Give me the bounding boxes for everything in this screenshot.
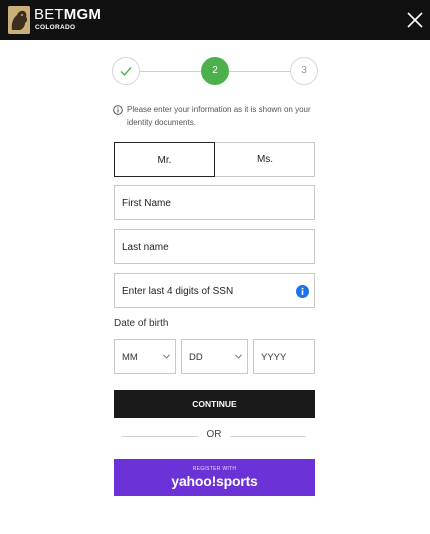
or-text: OR bbox=[206, 429, 222, 440]
brand-bold: MGM bbox=[63, 6, 102, 23]
lion-logo-icon bbox=[8, 6, 30, 34]
salutation-ms-button[interactable]: Ms. bbox=[215, 142, 315, 177]
last-name-field[interactable]: Last name bbox=[114, 229, 315, 264]
yahoo-small-label: REGISTER WITH bbox=[192, 466, 237, 472]
yahoo-sports-logo: yahoo!sports bbox=[171, 473, 258, 489]
dob-day-placeholder: DD bbox=[189, 352, 203, 363]
salutation-mr-button[interactable]: Mr. bbox=[114, 142, 215, 177]
step-connector bbox=[229, 71, 290, 72]
chevron-down-icon bbox=[235, 354, 242, 359]
first-name-placeholder: First Name bbox=[122, 198, 171, 209]
progress-stepper: 2 3 bbox=[112, 57, 318, 87]
dob-month-select[interactable]: MM bbox=[114, 339, 176, 374]
step-2-active: 2 bbox=[201, 57, 229, 85]
close-button[interactable] bbox=[404, 9, 426, 31]
step-3-upcoming: 3 bbox=[290, 57, 318, 85]
header-bar: BETMGM COLORADO bbox=[0, 0, 430, 40]
info-icon[interactable] bbox=[296, 285, 309, 298]
last-name-placeholder: Last name bbox=[122, 242, 169, 253]
dob-day-select[interactable]: DD bbox=[181, 339, 248, 374]
chevron-down-icon bbox=[163, 354, 170, 359]
close-icon bbox=[407, 12, 423, 28]
ssn-placeholder: Enter last 4 digits of SSN bbox=[122, 286, 234, 297]
step-1-complete bbox=[112, 57, 140, 85]
dob-year-placeholder: YYYY bbox=[261, 352, 287, 363]
ssn-field[interactable]: Enter last 4 digits of SSN bbox=[114, 273, 315, 308]
check-icon bbox=[120, 67, 132, 77]
brand-name: BETMGM bbox=[34, 7, 101, 23]
first-name-field[interactable]: First Name bbox=[114, 185, 315, 220]
or-divider: OR bbox=[122, 428, 306, 442]
register-with-yahoo-sports-button[interactable]: REGISTER WITH yahoo!sports bbox=[114, 459, 315, 496]
brand-light: BET bbox=[34, 6, 64, 23]
continue-button[interactable]: CONTINUE bbox=[114, 390, 315, 418]
salutation-toggle: Mr. Ms. bbox=[114, 142, 315, 177]
divider-line bbox=[230, 436, 306, 437]
dob-label: Date of birth bbox=[114, 318, 169, 329]
dob-month-placeholder: MM bbox=[122, 352, 138, 363]
dob-year-field[interactable]: YYYY bbox=[253, 339, 315, 374]
step-connector bbox=[140, 71, 201, 72]
brand-region: COLORADO bbox=[35, 24, 76, 31]
info-circle-icon bbox=[113, 105, 123, 115]
info-text: Please enter your information as it is s… bbox=[127, 105, 311, 127]
